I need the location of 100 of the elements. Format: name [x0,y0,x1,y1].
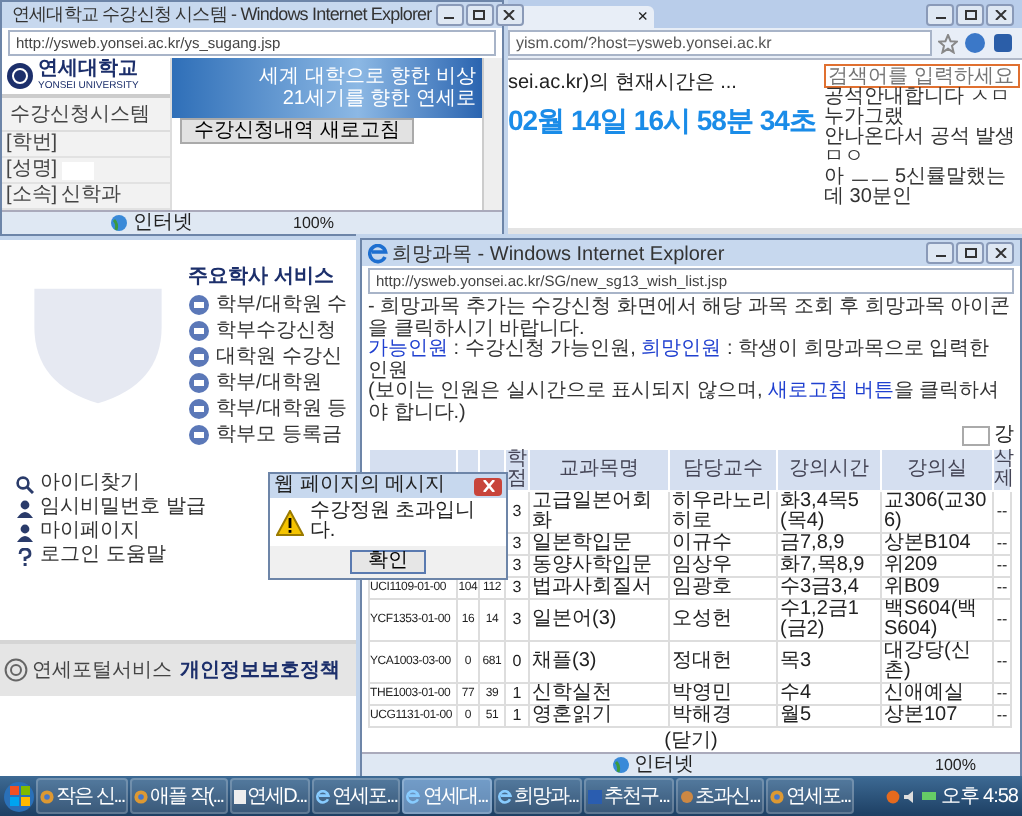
start-button[interactable] [4,781,34,811]
warning-icon [276,509,304,535]
professor-name: 박해경 [672,704,732,726]
clock: 오후 4:58 [940,784,1018,810]
service-icon [188,424,210,446]
delete-link[interactable]: -- [996,684,1008,702]
close-button[interactable] [986,242,1014,264]
side-list-item[interactable]: 공석안내합니다 ㅅㅁ [824,88,1020,108]
maximize-icon [963,9,977,19]
classroom: 대강당(신촌) [884,640,971,682]
class-time: 월5 [780,704,812,726]
column-header: 강의실 [881,449,993,491]
maximize-icon [472,10,487,20]
side-list-item[interactable]: 아 ㅡㅡ 5신률말했는데 30분인 [824,168,1020,208]
service-link[interactable]: 학부수강신청 [216,321,336,341]
browser-icon [40,789,54,803]
browser-icon [368,243,388,263]
classroom: 교306(교306) [884,490,987,532]
side-list-item[interactable]: ㅁㅇ [824,148,1020,168]
credit: 1 [512,684,522,702]
field-label: [성명] [6,160,58,180]
search-icon [16,475,34,493]
window-title: 희망과목 - Windows Internet Explorer [392,241,725,267]
service-link[interactable]: 대학원 수강신 [216,347,342,367]
close-button[interactable] [474,477,502,495]
side-list-item[interactable]: 안나온다서 공석 발생 [824,128,1020,148]
link[interactable]: 임시비밀번호 발급 [40,498,206,518]
window-title: 연세대학교 수강신청 시스템 - Windows Internet Explorer [12,2,432,28]
link[interactable]: 새로고침 버튼 [768,380,894,402]
course-name: 일본학입문 [532,532,632,554]
taskbar-button[interactable]: 연세포... [765,778,855,814]
delete-link[interactable]: -- [996,578,1008,596]
classroom: 위209 [884,554,938,576]
service-link[interactable]: 학부/대학원 [216,373,322,393]
column-header: 교과목명 [529,449,669,491]
credit: 3 [512,556,522,574]
credit: 3 [512,502,522,520]
delete-link[interactable]: -- [996,534,1008,552]
taskbar-button[interactable]: 희망과... [493,778,583,814]
delete-link[interactable]: -- [996,706,1008,724]
classroom: 상본107 [884,704,958,726]
minimize-button[interactable] [435,4,464,26]
link[interactable]: 로그인 도움말 [40,546,166,566]
close-button[interactable] [986,3,1014,25]
delete-link[interactable]: -- [996,556,1008,574]
search-field[interactable]: 검색어를 입력하세요 [824,64,1020,88]
side-list-item[interactable]: 누가그랬 [824,108,1020,128]
address-bar[interactable]: yism.com/?host=ysweb.yonsei.ac.kr [508,30,932,56]
current-time: 02월 14일 16시 58분 34초 [508,104,818,140]
zoom-level[interactable]: 100% [293,214,334,232]
classroom: 상본B104 [884,532,971,554]
help-icon [16,547,34,565]
service-link[interactable]: 학부모 등록금 [216,425,342,445]
professor-name: 임광호 [672,576,732,598]
professor-name: 정대헌 [672,650,732,672]
close-link[interactable]: (닫기) [664,730,718,752]
taskbar-button[interactable]: 추천구... [584,778,674,814]
taskbar-button[interactable]: 애플 작(... [130,778,228,814]
tab-close-button[interactable]: × [637,8,648,26]
taskbar-button[interactable]: 초과신... [675,778,764,814]
maximize-button[interactable] [465,4,494,26]
link[interactable]: 가능인원 [368,338,448,360]
taskbar-button[interactable]: 연세D... [229,778,311,814]
zoom-level[interactable]: 100% [935,756,976,774]
field-label: [학번] [6,134,58,154]
minimize-button[interactable] [926,242,954,264]
credit: 3 [512,534,522,552]
zone-text: 인터넷 [633,755,694,775]
taskbar-button[interactable]: 연세포... [312,778,401,814]
count-field[interactable] [962,426,990,446]
browser-icon [134,789,149,803]
time-heading: sei.ac.kr)의 현재시간은 ... [508,70,739,96]
class-time: 수3금3,4 [780,576,859,598]
scrollbar[interactable] [482,58,502,210]
star-icon[interactable] [938,33,958,53]
maximize-button[interactable] [956,242,984,264]
link[interactable]: 아이디찾기 [40,474,140,494]
credit: 3 [512,578,522,596]
link[interactable]: 희망인원 [641,338,722,360]
zone-text: 인터넷 [132,213,193,233]
privacy-policy-link[interactable]: 개인정보보호정책 [180,656,340,684]
refresh-button[interactable]: 수강신청내역 새로고침 [180,118,414,144]
maximize-button[interactable] [956,3,984,25]
close-icon [993,248,1007,258]
dialog-title: 웹 페이지의 메시지 [274,476,446,496]
notice-text: 가능인원 : 수강신청 가능인원, 희망인원 : 학생이 희망과목으로 입력한 인원 [368,340,992,381]
service-icon [188,294,210,316]
course-name: 영혼읽기 [532,704,612,726]
professor-name: 히우라노리히로 [672,490,772,532]
service-link[interactable]: 학부/대학원 수 [216,295,348,315]
services-heading: 주요학사 서비스 [188,264,336,290]
service-link[interactable]: 학부/대학원 등 [216,399,348,419]
browser-tab[interactable]: × [508,6,654,28]
taskbar-button[interactable]: 작은 신... [36,778,129,814]
link[interactable]: 마이페이지 [40,522,140,542]
minimize-button[interactable] [926,3,954,25]
classroom: 신애예실 [884,682,964,704]
ok-button[interactable]: 확인 [350,550,426,574]
close-button[interactable] [495,4,524,26]
service-icon [188,372,210,394]
